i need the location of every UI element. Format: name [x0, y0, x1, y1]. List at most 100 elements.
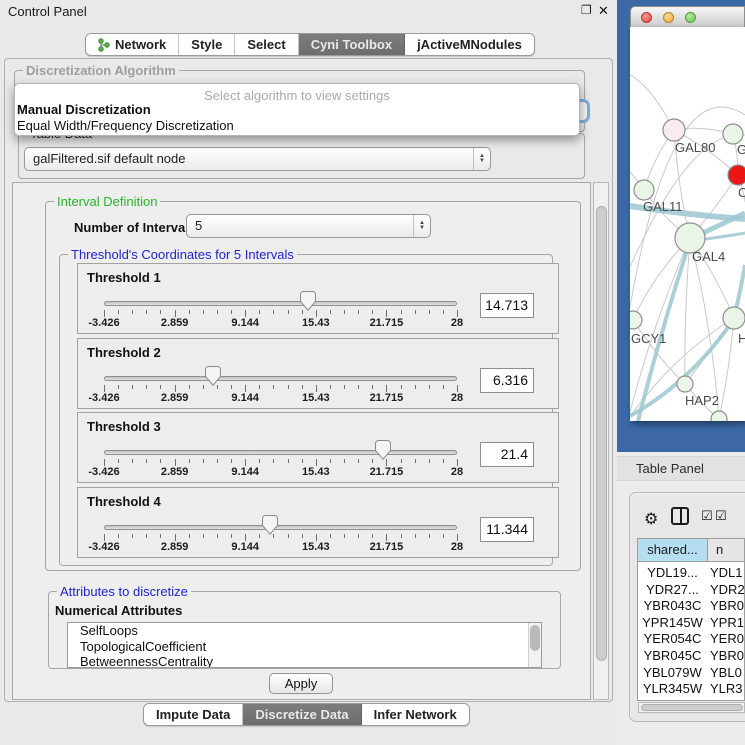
threshold-value-field[interactable]: 14.713: [480, 293, 534, 318]
tab-label: Cyni Toolbox: [311, 37, 392, 52]
network-node-h[interactable]: [723, 307, 745, 329]
table-row[interactable]: YLR345WYLR3: [638, 681, 745, 698]
slider-major-tick: [316, 534, 317, 541]
slider-major-tick: [175, 310, 176, 317]
table-row[interactable]: YIL052CYIL0: [638, 698, 745, 701]
threshold-value-field[interactable]: 6.316: [480, 368, 534, 393]
slider-tick-label: 21.715: [370, 392, 404, 404]
threshold-slider-thumb[interactable]: [300, 291, 316, 311]
table-data-combobox[interactable]: galFiltered.sif default node ▲▼: [24, 147, 491, 171]
network-edge: [719, 318, 734, 419]
threshold-value-field[interactable]: 21.4: [480, 442, 534, 467]
network-node-gal11[interactable]: [634, 180, 654, 200]
tab-style[interactable]: Style: [179, 34, 235, 55]
slider-minor-tick: [288, 459, 289, 463]
slider-minor-tick: [132, 310, 133, 314]
algorithm-dropdown-popup: Select algorithm to view settings Manual…: [14, 83, 580, 136]
network-node-c[interactable]: [728, 165, 745, 185]
threshold-slider-thumb[interactable]: [375, 440, 391, 460]
table-row[interactable]: YBR043CYBR0: [638, 598, 745, 615]
bottom-tab-impute-data[interactable]: Impute Data: [144, 704, 243, 725]
table-scrollbar-thumb[interactable]: [641, 704, 743, 711]
slider-minor-tick: [259, 385, 260, 389]
bottom-tab-infer-network[interactable]: Infer Network: [362, 704, 469, 725]
tab-network[interactable]: Network: [86, 34, 179, 55]
minimize-traffic-light-icon[interactable]: [663, 12, 674, 23]
network-node-label: GAL4: [692, 249, 725, 264]
numerical-attributes-list[interactable]: SelfLoopsTopologicalCoefficientBetweenne…: [67, 622, 542, 668]
algorithm-dropdown-item-0[interactable]: Manual Discretization: [15, 102, 579, 118]
algorithm-dropdown-prompt[interactable]: Select algorithm to view settings: [15, 84, 579, 102]
slider-minor-tick: [217, 534, 218, 538]
tab-cyni-toolbox[interactable]: Cyni Toolbox: [299, 34, 405, 55]
algorithm-dropdown-item-1[interactable]: Equal Width/Frequency Discretization: [15, 118, 579, 134]
slider-minor-tick: [330, 534, 331, 538]
panel-vertical-scrollbar[interactable]: [593, 182, 609, 700]
close-traffic-light-icon[interactable]: [641, 12, 652, 23]
float-window-icon[interactable]: ❐: [581, 3, 592, 17]
table-row[interactable]: YBL079WYBL0: [638, 665, 745, 682]
checkbox-filter-icon-2[interactable]: ☑: [715, 508, 727, 524]
network-node[interactable]: [711, 411, 727, 421]
slider-minor-tick: [358, 459, 359, 463]
zoom-traffic-light-icon[interactable]: [685, 12, 696, 23]
threshold-row-1: Threshold 1-3.4262.8599.14415.4321.71528…: [77, 263, 559, 334]
tab-jactivemnodules[interactable]: jActiveMNodules: [405, 34, 534, 55]
slider-minor-tick: [160, 310, 161, 314]
bottom-tab-label: Discretize Data: [255, 707, 348, 722]
split-columns-icon[interactable]: [671, 507, 689, 525]
network-canvas[interactable]: GAL80GACGAL11GAL4GCY1HHAP2: [630, 27, 745, 421]
table-row[interactable]: YBR045CYBR0: [638, 648, 745, 665]
slider-major-tick: [104, 385, 105, 392]
slider-minor-tick: [217, 459, 218, 463]
threshold-slider-thumb[interactable]: [262, 515, 278, 535]
checkbox-filter-icon[interactable]: ☑: [701, 508, 713, 524]
threshold-slider-track[interactable]: [104, 376, 457, 381]
bottom-tab-discretize-data[interactable]: Discretize Data: [243, 704, 361, 725]
slider-minor-tick: [118, 534, 119, 538]
table-cell-shared-name: YER054C: [638, 631, 707, 646]
table-row[interactable]: YER054CYER0: [638, 631, 745, 648]
attribute-list-item-1[interactable]: TopologicalCoefficient: [68, 639, 541, 655]
table-column-header-name[interactable]: n: [708, 539, 745, 562]
threshold-row-2: Threshold 2-3.4262.8599.14415.4321.71528…: [77, 338, 559, 409]
panel-scrollbar-thumb[interactable]: [596, 206, 607, 661]
table-cell-name: YBL0: [710, 665, 742, 680]
table-column-header-shared-name[interactable]: shared...: [638, 539, 708, 562]
threshold-row-3: Threshold 3-3.4262.8599.14415.4321.71528…: [77, 412, 559, 483]
gear-icon[interactable]: ⚙: [644, 509, 658, 529]
network-node-ga[interactable]: [723, 124, 743, 144]
table-horizontal-scrollbar[interactable]: [638, 702, 745, 713]
table-row[interactable]: YPR145WYPR1: [638, 615, 745, 632]
attribute-list-item-0[interactable]: SelfLoops: [68, 623, 541, 639]
close-icon[interactable]: ✕: [598, 3, 609, 19]
slider-minor-tick: [415, 459, 416, 463]
slider-minor-tick: [203, 310, 204, 314]
threshold-slider-thumb[interactable]: [205, 366, 221, 386]
top-tab-bar: NetworkStyleSelect Cyni Toolbox jActiveMNo…: [85, 33, 535, 56]
slider-minor-tick: [231, 459, 232, 463]
slider-minor-tick: [288, 385, 289, 389]
threshold-label: Threshold 3: [87, 419, 161, 434]
number-of-intervals-combobox[interactable]: 5 ▲▼: [186, 214, 431, 238]
table-row[interactable]: YDL19...YDL1: [638, 565, 745, 582]
attribute-list-item-2[interactable]: BetweennessCentrality: [68, 654, 541, 668]
slider-tick-label: 15.43: [302, 466, 330, 478]
attributes-list-scrollbar[interactable]: [528, 623, 541, 667]
slider-minor-tick: [132, 459, 133, 463]
tab-select[interactable]: Select: [235, 34, 298, 55]
node-attribute-table[interactable]: shared... n YDL19...YDL1YDR27...YDR2YBR0…: [637, 538, 745, 701]
threshold-value-field[interactable]: 11.344: [480, 517, 534, 542]
threshold-slider-track[interactable]: [104, 301, 457, 306]
network-node-gcy1[interactable]: [630, 311, 642, 329]
table-row[interactable]: YDR27...YDR2: [638, 582, 745, 599]
slider-minor-tick: [401, 534, 402, 538]
table-cell-name: YBR0: [710, 598, 744, 613]
network-node-hap2[interactable]: [677, 376, 693, 392]
threshold-slider-track[interactable]: [104, 450, 457, 455]
threshold-slider-track[interactable]: [104, 525, 457, 530]
slider-minor-tick: [118, 459, 119, 463]
apply-button[interactable]: Apply: [269, 673, 333, 694]
slider-minor-tick: [372, 534, 373, 538]
network-node-gal80[interactable]: [663, 119, 685, 141]
